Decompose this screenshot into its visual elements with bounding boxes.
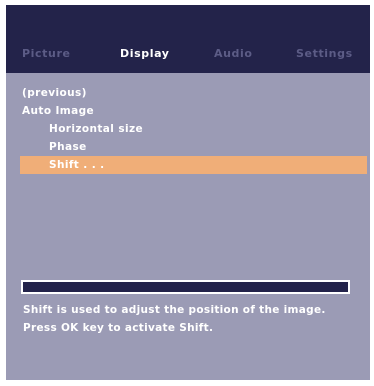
help-line-instruction: Press OK key to activate Shift.: [23, 322, 214, 334]
tab-display[interactable]: Display: [120, 47, 170, 60]
help-line-description: Shift is used to adjust the position of …: [23, 304, 326, 316]
menu-item-horizontal-size[interactable]: Horizontal size: [6, 120, 370, 138]
tab-audio[interactable]: Audio: [214, 47, 253, 60]
menu-item-phase[interactable]: Phase: [6, 138, 370, 156]
help-text: Shift is used to adjust the position of …: [23, 301, 368, 337]
tab-settings[interactable]: Settings: [296, 47, 353, 60]
display-menu-list: (previous) Auto Image Horizontal size Ph…: [6, 84, 370, 174]
menu-item-auto-image[interactable]: Auto Image: [6, 102, 370, 120]
tab-picture[interactable]: Picture: [22, 47, 71, 60]
osd-menu-panel: Picture Display Audio Settings (previous…: [6, 5, 370, 380]
menu-item-previous[interactable]: (previous): [6, 84, 370, 102]
menu-item-shift[interactable]: Shift . . .: [20, 156, 367, 174]
adjustment-bar: [21, 280, 350, 294]
tab-bar: Picture Display Audio Settings: [6, 5, 370, 73]
